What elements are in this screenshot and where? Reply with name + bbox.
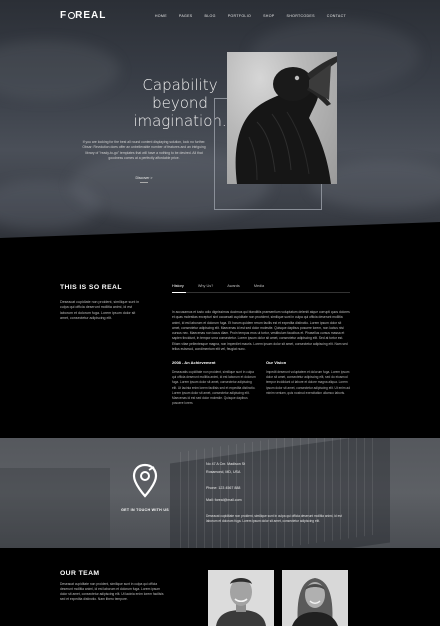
about-text: Deseacat cupidiate non proident, similiq…	[60, 300, 140, 321]
about-section: THIS IS SO REAL Deseacat cupidiate non p…	[0, 262, 440, 438]
achievement-heading: 2008 - An Achievement	[172, 360, 216, 365]
nav-item-shop[interactable]: SHOP	[263, 14, 274, 18]
contact-note: Deseacat cupiditate non proident, simili…	[206, 514, 342, 523]
address-line-1: No 47 A Cnr. Madison St	[206, 462, 246, 466]
nav-item-pages[interactable]: PAGES	[179, 14, 193, 18]
nav-item-blog[interactable]: BLOG	[205, 14, 216, 18]
contact-section: GET IN TOUCH WITH US No 47 A Cnr. Madiso…	[0, 438, 440, 548]
nav-item-portfolio[interactable]: PORTFOLIO	[228, 14, 251, 18]
about-title: THIS IS SO REAL	[60, 284, 122, 291]
crow-photo	[227, 52, 337, 184]
team-member-photo-1[interactable]	[208, 570, 274, 626]
team-text: Deseacat cupiditate non proident, simili…	[60, 582, 164, 602]
tabs-divider	[172, 292, 350, 293]
logo-ring-icon	[67, 12, 75, 19]
address-line-2: Rosamond, MD, USA	[206, 470, 241, 474]
nav-item-home[interactable]: HOME	[155, 14, 167, 18]
vision-text: Impedit deserunt voluptatem et dolorum f…	[266, 370, 350, 395]
tab-history[interactable]: History	[172, 284, 184, 288]
tab-why-us[interactable]: Why Us?	[198, 284, 213, 288]
man-portrait	[208, 570, 274, 626]
get-in-touch-label[interactable]: GET IN TOUCH WITH US	[100, 508, 190, 512]
building-left	[0, 468, 110, 548]
top-nav: F REAL HOME PAGES BLOG PORTFOLIO SHOP SHO…	[0, 6, 440, 21]
nav-item-shortcodes[interactable]: SHORTCODES	[287, 14, 315, 18]
team-section: OUR TEAM Deseacat cupiditate non proiden…	[0, 548, 440, 626]
achievement-text: Deseacatis cupiditate non proident, simi…	[172, 370, 256, 406]
crow-illustration	[235, 56, 337, 184]
team-member-photo-2[interactable]	[282, 570, 348, 626]
location-pin-icon	[132, 463, 158, 498]
email-link[interactable]: Mail: foreal@mail.com	[206, 498, 306, 502]
tab-content: In accusamus et iusto odio dignissimos d…	[172, 310, 350, 351]
tab-awards[interactable]: Awards	[227, 284, 240, 288]
cta-underline	[140, 182, 148, 183]
tab-media[interactable]: Media	[254, 284, 264, 288]
woman-portrait	[282, 570, 348, 626]
phone-text: Phone: 123 4567 888	[206, 486, 241, 490]
discover-link[interactable]: Discover >	[126, 176, 162, 180]
main-menu: HOME PAGES BLOG PORTFOLIO SHOP SHORTCODE…	[155, 14, 346, 18]
vision-heading: Our Vision	[266, 360, 287, 365]
team-title: OUR TEAM	[60, 570, 100, 577]
active-tab-indicator	[172, 292, 186, 293]
hero-description: If you are looking for the best all roun…	[82, 140, 206, 160]
site-logo[interactable]: F REAL	[60, 10, 106, 21]
about-tabs: History Why Us? Awards Media	[172, 284, 264, 288]
hero-section: F REAL HOME PAGES BLOG PORTFOLIO SHOP SHO…	[0, 0, 440, 250]
nav-item-contact[interactable]: CONTACT	[327, 14, 346, 18]
building-windows	[180, 438, 380, 548]
